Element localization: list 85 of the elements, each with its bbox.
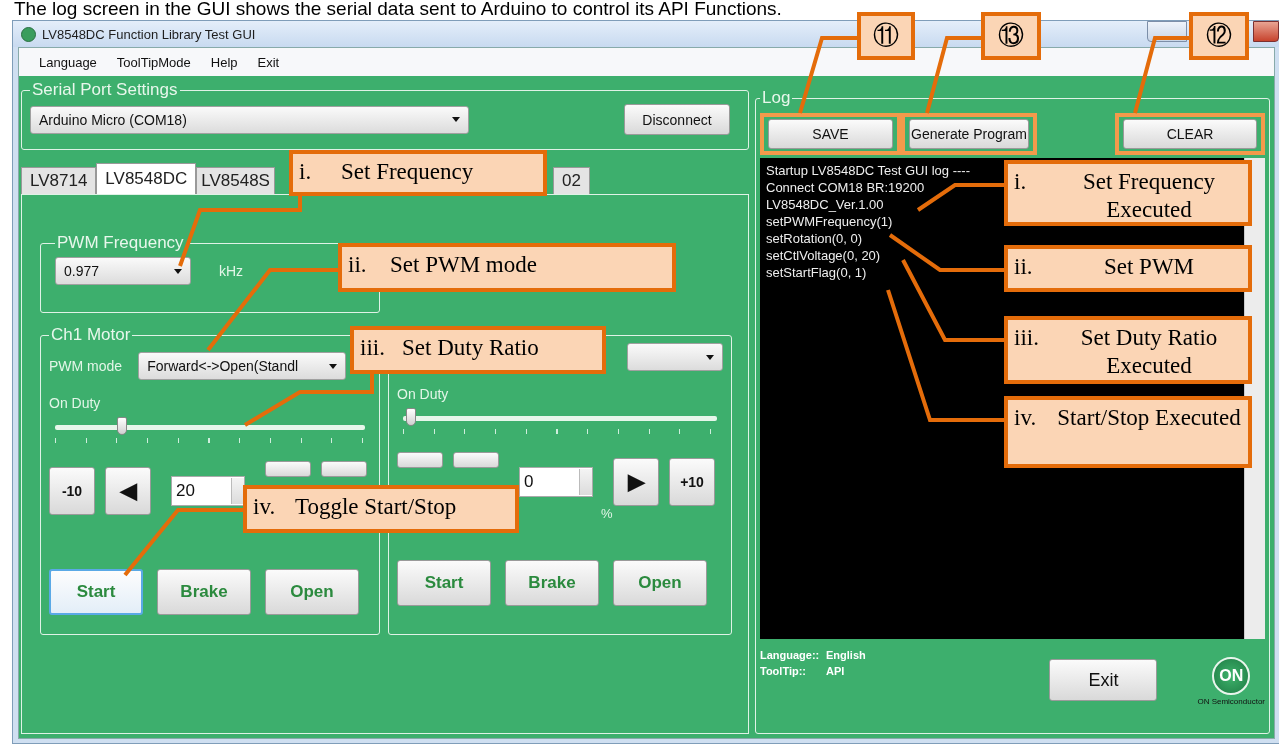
- step-button[interactable]: [397, 452, 443, 468]
- caret-icon: [174, 268, 182, 274]
- status-label: ToolTip::: [760, 664, 808, 679]
- group-title: PWM Frequency: [56, 233, 185, 253]
- open-button[interactable]: Open: [265, 569, 359, 615]
- log-line: LV8548DC_Ver.1.00: [766, 196, 884, 213]
- group-title: Ch1 Motor: [50, 325, 132, 345]
- clear-button[interactable]: CLEAR: [1123, 119, 1257, 149]
- caret-icon: [706, 354, 714, 360]
- menu-item[interactable]: Language: [31, 51, 105, 73]
- step-button[interactable]: [453, 452, 499, 468]
- log-line: setRotation(0, 0): [766, 230, 863, 247]
- step-button[interactable]: [265, 461, 311, 477]
- tab[interactable]: LV8548S: [196, 167, 275, 194]
- callout-text: Set Frequency Executed: [1081, 168, 1217, 218]
- callout-marker: iii.: [360, 334, 386, 362]
- callout-text: Start/Stop Executed: [1056, 404, 1242, 432]
- save-button[interactable]: SAVE: [768, 119, 893, 149]
- slider-thumb[interactable]: [406, 408, 416, 426]
- app-icon: [21, 26, 36, 42]
- callout-text: Set Duty Ratio Executed: [1079, 324, 1219, 376]
- logo-caption: ON Semiconductor: [1197, 697, 1265, 706]
- status-value: English: [826, 648, 866, 663]
- tab[interactable]: LV8548DC: [96, 163, 197, 194]
- log-line: setCtlVoltage(0, 20): [766, 247, 881, 264]
- menu-item[interactable]: Help: [202, 51, 246, 73]
- callout-marker: iv.: [253, 493, 277, 521]
- log-line: setPWMFrequency(1): [766, 213, 893, 230]
- caption-text: The log screen in the GUI shows the serial data sent to Arduino to control its API Functions.: [13, 0, 783, 20]
- start-button[interactable]: Start: [397, 560, 491, 606]
- callout-text: Set PWM mode: [390, 251, 537, 279]
- caret-icon: [329, 363, 338, 369]
- mode-label: PWM mode: [49, 358, 123, 374]
- disconnect-button[interactable]: Disconnect: [624, 104, 730, 135]
- log-line: Connect COM18 BR:19200: [766, 179, 925, 196]
- slider-thumb[interactable]: [116, 417, 127, 435]
- callout-marker: i.: [1014, 168, 1028, 196]
- mode-dropdown[interactable]: [627, 343, 723, 371]
- callout-text: Toggle Start/Stop: [295, 493, 457, 521]
- generate-button[interactable]: Generate Program: [909, 119, 1029, 149]
- status-value: API: [826, 664, 846, 679]
- step-button[interactable]: ▶: [613, 458, 659, 506]
- step-button[interactable]: +10: [669, 458, 715, 506]
- group-title: Log: [761, 88, 792, 108]
- port-dropdown[interactable]: Arduino Micro (COM18): [30, 105, 469, 134]
- callout-text: Set Duty Ratio: [402, 334, 539, 362]
- log-line: Startup LV8548DC Test GUI log ----: [766, 162, 970, 179]
- callout-text: Set PWM: [1102, 253, 1196, 281]
- brake-button[interactable]: Brake: [157, 569, 251, 615]
- step-number-callout: ⑪: [857, 12, 915, 60]
- callout-marker: ii.: [1014, 253, 1034, 281]
- status-label: Language::: [760, 648, 821, 663]
- step-button[interactable]: [321, 461, 367, 477]
- duty-label: On Duty: [49, 395, 102, 411]
- callout-marker: iii.: [1014, 324, 1040, 352]
- menu-item[interactable]: ToolTipMode: [108, 51, 199, 73]
- open-button[interactable]: Open: [613, 560, 707, 606]
- step-button[interactable]: ◀: [105, 467, 151, 515]
- duty-label: On Duty: [397, 386, 450, 402]
- callout-text: Set Frequency: [341, 158, 474, 186]
- menu-item[interactable]: Exit: [249, 51, 288, 73]
- step-number-callout: ⑬: [981, 12, 1041, 60]
- frequency-dropdown[interactable]: 0.977: [55, 257, 191, 285]
- tab[interactable]: LV8714: [21, 167, 97, 194]
- brake-button[interactable]: Brake: [505, 560, 599, 606]
- window-title: LV8548DC Function Library Test GUI: [42, 26, 256, 42]
- exit-button[interactable]: Exit: [1049, 659, 1158, 701]
- logo-mark: ON: [1212, 657, 1251, 695]
- step-button[interactable]: -10: [49, 467, 95, 515]
- callout-marker: ii.: [348, 251, 368, 279]
- group-title: Serial Port Settings: [31, 80, 179, 100]
- step-number-callout: ⑫: [1189, 12, 1249, 60]
- log-line: setStartFlag(0, 1): [766, 264, 867, 281]
- close-button[interactable]: [1253, 21, 1279, 42]
- tab[interactable]: 02: [552, 167, 590, 194]
- start-button[interactable]: Start: [49, 569, 143, 615]
- callout-marker: iv.: [1014, 404, 1038, 432]
- mode-dropdown[interactable]: Forward<->Open(Standl: [138, 352, 347, 380]
- caret-icon: [452, 117, 460, 122]
- unit-label: kHz: [219, 263, 244, 279]
- spin-arrows-icon[interactable]: [579, 469, 592, 495]
- callout-marker: i.: [299, 158, 313, 186]
- unit-label: %: [601, 506, 613, 521]
- number-field[interactable]: 20: [171, 476, 245, 506]
- number-field[interactable]: 0: [519, 467, 593, 497]
